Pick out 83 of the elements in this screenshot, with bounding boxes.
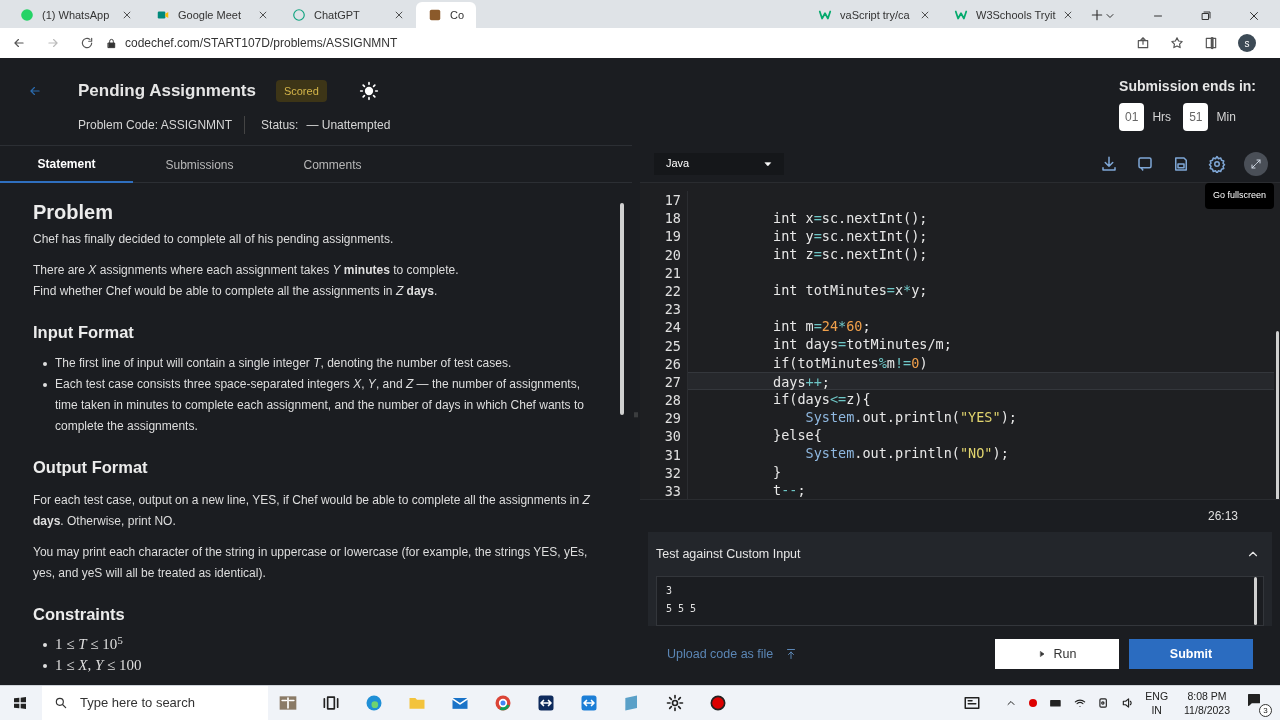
- line-number: 28: [664, 391, 681, 410]
- tab-title: Google Meet: [178, 7, 242, 23]
- section-heading: Constraints: [33, 603, 126, 625]
- line-number: 31: [664, 445, 681, 464]
- taskbar-search-field[interactable]: Type here to search: [42, 685, 268, 720]
- list-text: Each test case consists three space-separated integers X, Y, and Z — the number of assignments, time taken in minutes to complete each assignment, and the number of days in which Chef wants to complete the assignments.: [55, 375, 585, 435]
- run-button[interactable]: Run: [995, 639, 1119, 669]
- browser-tab[interactable]: Google Meet: [144, 2, 280, 28]
- tab-title: Co: [449, 7, 464, 23]
- line-number: 26: [664, 354, 681, 373]
- code-line: if(days<=z){: [772, 390, 871, 407]
- code-line: int totMinutes=x*y;: [772, 282, 928, 299]
- code-line: int x=sc.nextInt();: [772, 209, 928, 226]
- line-number: 33: [664, 482, 681, 499]
- paragraph: Find whether Chef would be able to complete all the assignments in Z days.: [33, 283, 439, 300]
- tab-title: vaScript try/ca: [840, 7, 911, 23]
- hours-unit: Hrs: [1152, 109, 1172, 126]
- line-number: 24: [664, 318, 681, 337]
- line-number: 21: [664, 263, 681, 282]
- code-line: System.out.println("YES");: [804, 409, 1017, 426]
- section-heading: Output Format: [33, 456, 149, 478]
- line-number: 32: [664, 463, 681, 482]
- line-number: 27: [664, 372, 681, 392]
- cursor-position: 26:13: [1207, 508, 1238, 525]
- code-line: int m=24*60;: [772, 318, 871, 335]
- code-line: int z=sc.nextInt();: [772, 246, 928, 263]
- section-heading: Input Format: [33, 322, 135, 343]
- minutes-unit: Min: [1216, 109, 1236, 126]
- upload-link[interactable]: Upload code as file: [667, 644, 798, 664]
- code-line: }: [772, 463, 782, 480]
- problem-title: Pending Assignments: [78, 80, 256, 102]
- line-number: 19: [664, 227, 681, 246]
- constraint-text: 1 ≤ X, Y ≤ 100: [55, 656, 142, 676]
- code-line: int days=totMinutes/m;: [772, 336, 952, 353]
- language-indicator[interactable]: ENG IN: [1145, 689, 1169, 717]
- tab-title: ChatGPT: [313, 7, 361, 23]
- paragraph: Chef has finally decided to complete all of his pending assignments.: [33, 231, 395, 248]
- code-line: t--;: [772, 481, 806, 498]
- section-title: Problem: [33, 200, 115, 225]
- code-line: if(totMinutes%m!=0): [772, 354, 928, 371]
- list-text: The first line of input will contain a single integer T, denoting the number of test cases.: [55, 354, 512, 372]
- paragraph: There are X assignments where each assignment takes Y minutes to complete.: [33, 262, 460, 279]
- browser-tab[interactable]: W3Schools Tryit: [942, 2, 1078, 28]
- code-line: days++;: [772, 373, 830, 390]
- clock[interactable]: 8:08 PM 11/8/2023: [1184, 689, 1230, 717]
- line-number: 23: [664, 300, 681, 319]
- line-number: 30: [664, 427, 681, 446]
- status-value: — Unattempted: [306, 116, 391, 134]
- browser-tab[interactable]: Co: [415, 2, 476, 28]
- tab-title: W3Schools Tryit: [976, 7, 1056, 23]
- browser-tab[interactable]: ChatGPT: [279, 2, 416, 28]
- line-number: 18: [664, 209, 681, 228]
- code-line: int y=sc.nextInt();: [772, 228, 928, 244]
- status-label: Status:: [261, 116, 299, 134]
- constraint-text: 1 ≤ T ≤ 10$^{5}$: [55, 634, 123, 655]
- tab-title: (1) WhatsApp: [42, 7, 111, 23]
- minutes-value: 51: [1183, 103, 1209, 131]
- scored-badge: Scored: [275, 79, 327, 102]
- line-number: 22: [664, 281, 681, 301]
- line-number: 25: [664, 336, 681, 355]
- tab[interactable]: Comments: [266, 146, 399, 183]
- line-number: 17: [664, 191, 681, 210]
- language-dropdown[interactable]: Java: [654, 152, 784, 175]
- address-bar[interactable]: codechef.com/START107D/problems/ASSIGNMNT: [106, 31, 1116, 55]
- line-number: 20: [664, 245, 681, 264]
- notification-count: 3: [1259, 704, 1272, 717]
- code-line: System.out.println("NO");: [804, 445, 1009, 462]
- problem-code: Problem Code: ASSIGNMNT: [78, 115, 246, 134]
- browser-tab[interactable]: (1) WhatsApp: [8, 2, 144, 28]
- submit-button[interactable]: Submit: [1129, 639, 1253, 669]
- code-line: }else{: [772, 427, 822, 444]
- tab[interactable]: Submissions: [133, 146, 266, 183]
- profile-avatar[interactable]: s: [1238, 34, 1256, 52]
- timer-label: Submission ends in:: [1119, 77, 1256, 96]
- custom-input-field[interactable]: 3 5 5 5: [656, 576, 1264, 626]
- line-number: 29: [664, 409, 681, 428]
- paragraph: For each test case, output on a new line, YES, if Chef would be able to complete all the assignments in Z days. Otherwise, print NO.: [33, 491, 591, 530]
- paragraph: You may print each character of the string in uppercase or lowercase (for example, the strings YES, yEs, yes, and yeS will all be treated as identical).: [33, 543, 589, 582]
- custom-input-header[interactable]: Test against Custom Input: [648, 532, 1272, 576]
- tab[interactable]: Statement: [0, 146, 133, 183]
- hours-value: 01: [1119, 103, 1145, 131]
- tooltip: Go fullscreen: [1204, 183, 1274, 209]
- browser-tab[interactable]: vaScript try/ca: [806, 2, 942, 28]
